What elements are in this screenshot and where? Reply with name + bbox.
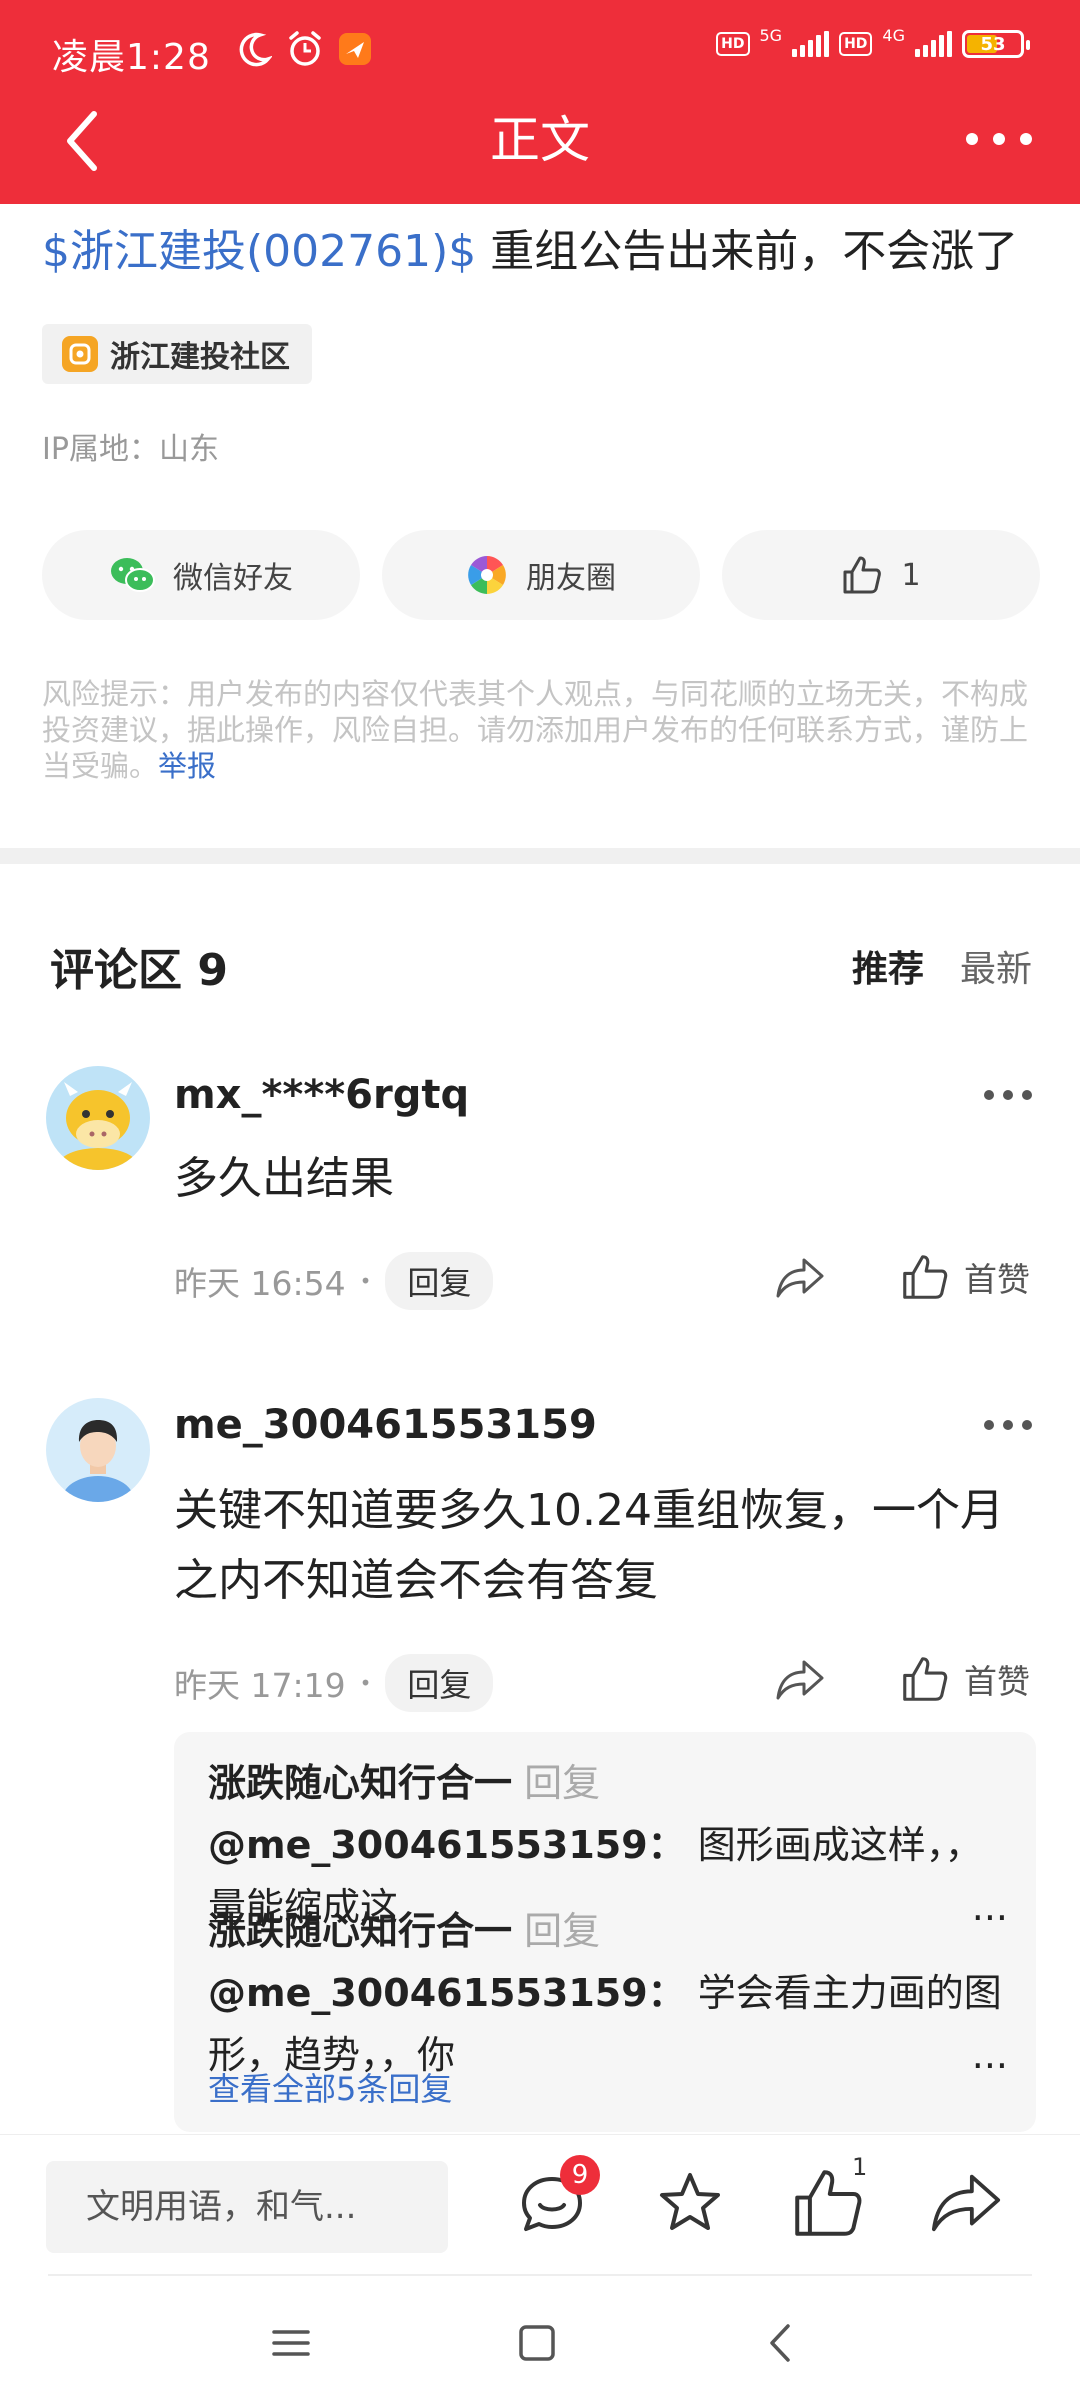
- comment-meta: 昨天 16:54 • 回复: [174, 1252, 494, 1310]
- comment-sort-tabs: 推荐 最新: [852, 940, 1032, 992]
- recent-apps-button[interactable]: [266, 2318, 316, 2368]
- share-moments-label: 朋友圈: [526, 561, 616, 596]
- reply-action: 回复: [512, 1909, 601, 1953]
- share-icon[interactable]: [774, 1656, 826, 1704]
- tab-recommend[interactable]: 推荐: [852, 940, 924, 992]
- comment-username[interactable]: me_300461553159: [174, 1402, 597, 1448]
- share-icon[interactable]: [774, 1254, 826, 1302]
- comment-more-button[interactable]: [984, 1090, 1032, 1102]
- person-avatar-icon: [46, 1398, 150, 1502]
- view-all-replies-link[interactable]: 查看全部5条回复: [208, 2064, 452, 2110]
- moon-icon: [239, 32, 272, 67]
- network-5g: 5G: [759, 26, 783, 45]
- reply-target[interactable]: @me_300461553159：: [208, 1971, 686, 2015]
- reply-target[interactable]: @me_300461553159：: [208, 1823, 686, 1867]
- community-tag[interactable]: 浙江建投社区: [42, 324, 312, 384]
- share-button[interactable]: [928, 2165, 1004, 2241]
- share-wechat-button[interactable]: 微信好友: [42, 530, 360, 620]
- share-row: 微信好友 朋友圈 1: [42, 530, 1040, 620]
- home-square-icon: [519, 2325, 555, 2361]
- avatar[interactable]: [46, 1066, 150, 1170]
- status-bar: 凌晨1:28 HD 5G HD 4G 53: [0, 0, 1080, 100]
- share-icon: [931, 2174, 1001, 2232]
- risk-notice: 风险提示：用户发布的内容仅代表其个人观点，与同花顺的立场无关，不构成投资建议，据…: [42, 676, 1042, 784]
- cow-avatar-icon: [46, 1066, 150, 1170]
- hd-icon: HD: [716, 32, 750, 56]
- comment-username[interactable]: mx_****6rgtq: [174, 1072, 469, 1118]
- reply-button[interactable]: 回复: [385, 1252, 494, 1310]
- comment-meta: 昨天 17:19 • 回复: [174, 1654, 494, 1712]
- stock-link[interactable]: $浙江建投(002761)$: [42, 226, 476, 277]
- reply-item[interactable]: 涨跌随心知行合一 回复 @me_300461553159： 学会看主力画的图形，…: [208, 1900, 1008, 2086]
- reply-author[interactable]: 涨跌随心知行合一: [208, 1761, 512, 1805]
- reply-action: 回复: [512, 1761, 601, 1805]
- comment-like-button[interactable]: 首赞: [900, 1252, 1030, 1302]
- back-chevron-icon: [770, 2324, 790, 2362]
- like-count: 1: [852, 2153, 868, 2181]
- bottom-action-bar: 文明用语，和气... 9 1: [0, 2134, 1080, 2274]
- comment-more-button[interactable]: [984, 1420, 1032, 1432]
- comment-like-button[interactable]: 首赞: [900, 1654, 1030, 1704]
- thumbs-up-icon: [903, 1657, 948, 1701]
- wechat-icon: [111, 558, 155, 592]
- report-link[interactable]: 举报: [158, 749, 216, 783]
- comment-text: 关键不知道要多久10.24重组恢复，一个月之内不知道会不会有答复: [174, 1485, 1004, 1606]
- status-right: HD 5G HD 4G 53: [716, 26, 1030, 58]
- share-wechat-label: 微信好友: [173, 561, 293, 596]
- avatar[interactable]: [46, 1398, 150, 1502]
- ip-location: IP属地：山东: [42, 432, 219, 467]
- star-icon: [660, 2173, 720, 2230]
- battery-icon: 53: [962, 30, 1030, 58]
- hd-icon: HD: [839, 32, 873, 56]
- alarm-icon: [289, 31, 321, 66]
- tab-latest[interactable]: 最新: [960, 940, 1032, 992]
- article-like-button[interactable]: 1: [722, 530, 1040, 620]
- thumbs-up-icon: [843, 556, 882, 594]
- signal-icon: [915, 31, 952, 57]
- comment-time: 昨天 17:19: [174, 1666, 346, 1705]
- app-notification-icon: [339, 33, 371, 65]
- status-time: 凌晨1:28: [52, 37, 211, 78]
- moments-icon: [468, 556, 506, 594]
- like-label: 首赞: [964, 1260, 1030, 1299]
- article-title-text: 重组公告出来前，不会涨了: [476, 226, 1019, 277]
- article-like-count: 1: [901, 557, 921, 593]
- reply-author[interactable]: 涨跌随心知行合一: [208, 1909, 512, 1953]
- community-label: 浙江建投社区: [110, 340, 290, 375]
- like-label: 首赞: [964, 1662, 1030, 1701]
- system-nav-bar: [0, 2274, 1080, 2400]
- top-bar: 凌晨1:28 HD 5G HD 4G 53 正文: [0, 0, 1080, 204]
- signal-icon: [792, 31, 830, 57]
- comment-text: 多久出结果: [174, 1153, 394, 1204]
- replies-box: 涨跌随心知行合一 回复 @me_300461553159： 图形画成这样，，量能…: [174, 1732, 1036, 2132]
- network-4g: 4G: [882, 26, 905, 45]
- comments-title: 评论区 9: [50, 945, 228, 996]
- community-icon: [62, 336, 98, 372]
- page-title: 正文: [490, 111, 590, 169]
- nav-back-button[interactable]: [756, 2318, 806, 2368]
- comment-count-badge: 9: [560, 2155, 600, 2195]
- thumbs-up-icon: [903, 1255, 948, 1299]
- battery-level: 53: [980, 33, 1006, 55]
- reply-button[interactable]: 回复: [385, 1654, 494, 1712]
- menu-icon: [272, 2330, 310, 2356]
- comment-time: 昨天 16:54: [174, 1264, 346, 1303]
- share-moments-button[interactable]: 朋友圈: [382, 530, 700, 620]
- section-divider: [0, 848, 1080, 864]
- comments-button[interactable]: 9: [514, 2155, 600, 2241]
- like-button[interactable]: 1: [790, 2153, 867, 2241]
- favorite-button[interactable]: [652, 2165, 728, 2241]
- home-button[interactable]: [512, 2318, 562, 2368]
- reply-ellipsis: ...: [971, 2033, 1008, 2077]
- status-icons: [238, 30, 372, 68]
- comment-input[interactable]: 文明用语，和气...: [46, 2161, 448, 2253]
- article-title: $浙江建投(002761)$ 重组公告出来前，不会涨了: [42, 220, 1018, 284]
- more-options-button[interactable]: [966, 124, 1032, 154]
